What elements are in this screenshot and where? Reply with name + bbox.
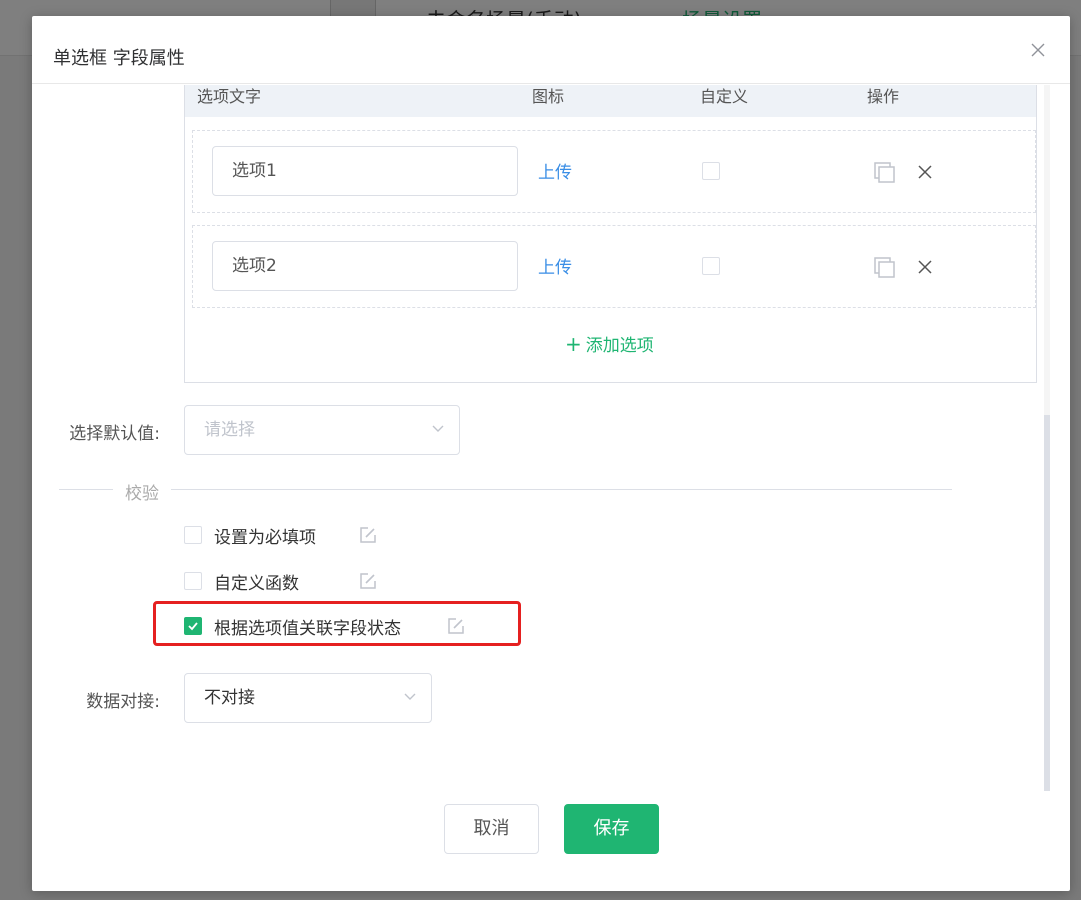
data-link-select[interactable]: 不对接 <box>184 673 432 723</box>
options-table-header: 选项文字 图标 自定义 操作 <box>185 85 1036 117</box>
field-properties-dialog: 单选框 字段属性 选项文字 图标 自定义 操作 选项1 上传 选项2 上传 + … <box>32 16 1070 891</box>
save-button[interactable]: 保存 <box>564 804 659 854</box>
option-row: 选项2 上传 <box>192 225 1036 308</box>
header-action: 操作 <box>867 87 900 106</box>
options-panel: 选项文字 图标 自定义 操作 选项1 上传 选项2 上传 + 添加选项 <box>184 85 1037 383</box>
custom-function-label: 自定义函数 <box>214 574 299 594</box>
option-row: 选项1 上传 <box>192 130 1036 213</box>
scrollbar-thumb[interactable] <box>1044 415 1050 791</box>
plus-icon: + <box>565 332 582 356</box>
required-checkbox[interactable] <box>184 526 202 544</box>
cancel-button[interactable]: 取消 <box>444 804 539 854</box>
dialog-title: 单选框 字段属性 <box>53 48 185 69</box>
default-value-placeholder: 请选择 <box>204 420 255 440</box>
close-icon[interactable] <box>1030 42 1046 58</box>
custom-checkbox[interactable] <box>702 162 720 180</box>
default-value-select[interactable]: 请选择 <box>184 405 460 455</box>
option-text-input[interactable]: 选项1 <box>212 146 518 196</box>
custom-function-checkbox[interactable] <box>184 572 202 590</box>
header-custom: 自定义 <box>700 87 749 106</box>
dialog-scrollbar[interactable] <box>1044 85 1050 791</box>
delete-icon[interactable] <box>917 164 933 180</box>
copy-icon[interactable] <box>873 161 897 185</box>
copy-icon[interactable] <box>873 256 897 280</box>
add-option-button[interactable]: + 添加选项 <box>565 331 654 356</box>
scrollbar-track <box>1044 85 1050 415</box>
required-check-item: 设置为必填项 <box>184 523 444 548</box>
chevron-down-icon <box>404 693 416 700</box>
upload-icon-link[interactable]: 上传 <box>538 158 572 183</box>
highlight-box <box>153 601 521 646</box>
default-value-label: 选择默认值: <box>69 424 160 444</box>
upload-icon-link[interactable]: 上传 <box>538 253 572 278</box>
required-label: 设置为必填项 <box>214 528 316 548</box>
validation-divider-label: 校验 <box>113 479 171 504</box>
dialog-body: 选项文字 图标 自定义 操作 选项1 上传 选项2 上传 + 添加选项 选择默认… <box>32 85 1070 795</box>
dialog-header: 单选框 字段属性 <box>32 16 1070 84</box>
add-option-label: 添加选项 <box>585 336 654 356</box>
header-option-text: 选项文字 <box>197 87 262 106</box>
data-link-value: 不对接 <box>204 688 255 708</box>
edit-icon[interactable] <box>359 572 377 590</box>
edit-icon[interactable] <box>359 526 377 544</box>
data-link-label: 数据对接: <box>86 692 160 712</box>
header-icon: 图标 <box>532 87 565 106</box>
custom-checkbox[interactable] <box>702 257 720 275</box>
chevron-down-icon <box>432 425 444 432</box>
validation-divider <box>59 489 952 490</box>
delete-icon[interactable] <box>917 259 933 275</box>
option-text-input[interactable]: 选项2 <box>212 241 518 291</box>
custom-function-check-item: 自定义函数 <box>184 569 444 594</box>
